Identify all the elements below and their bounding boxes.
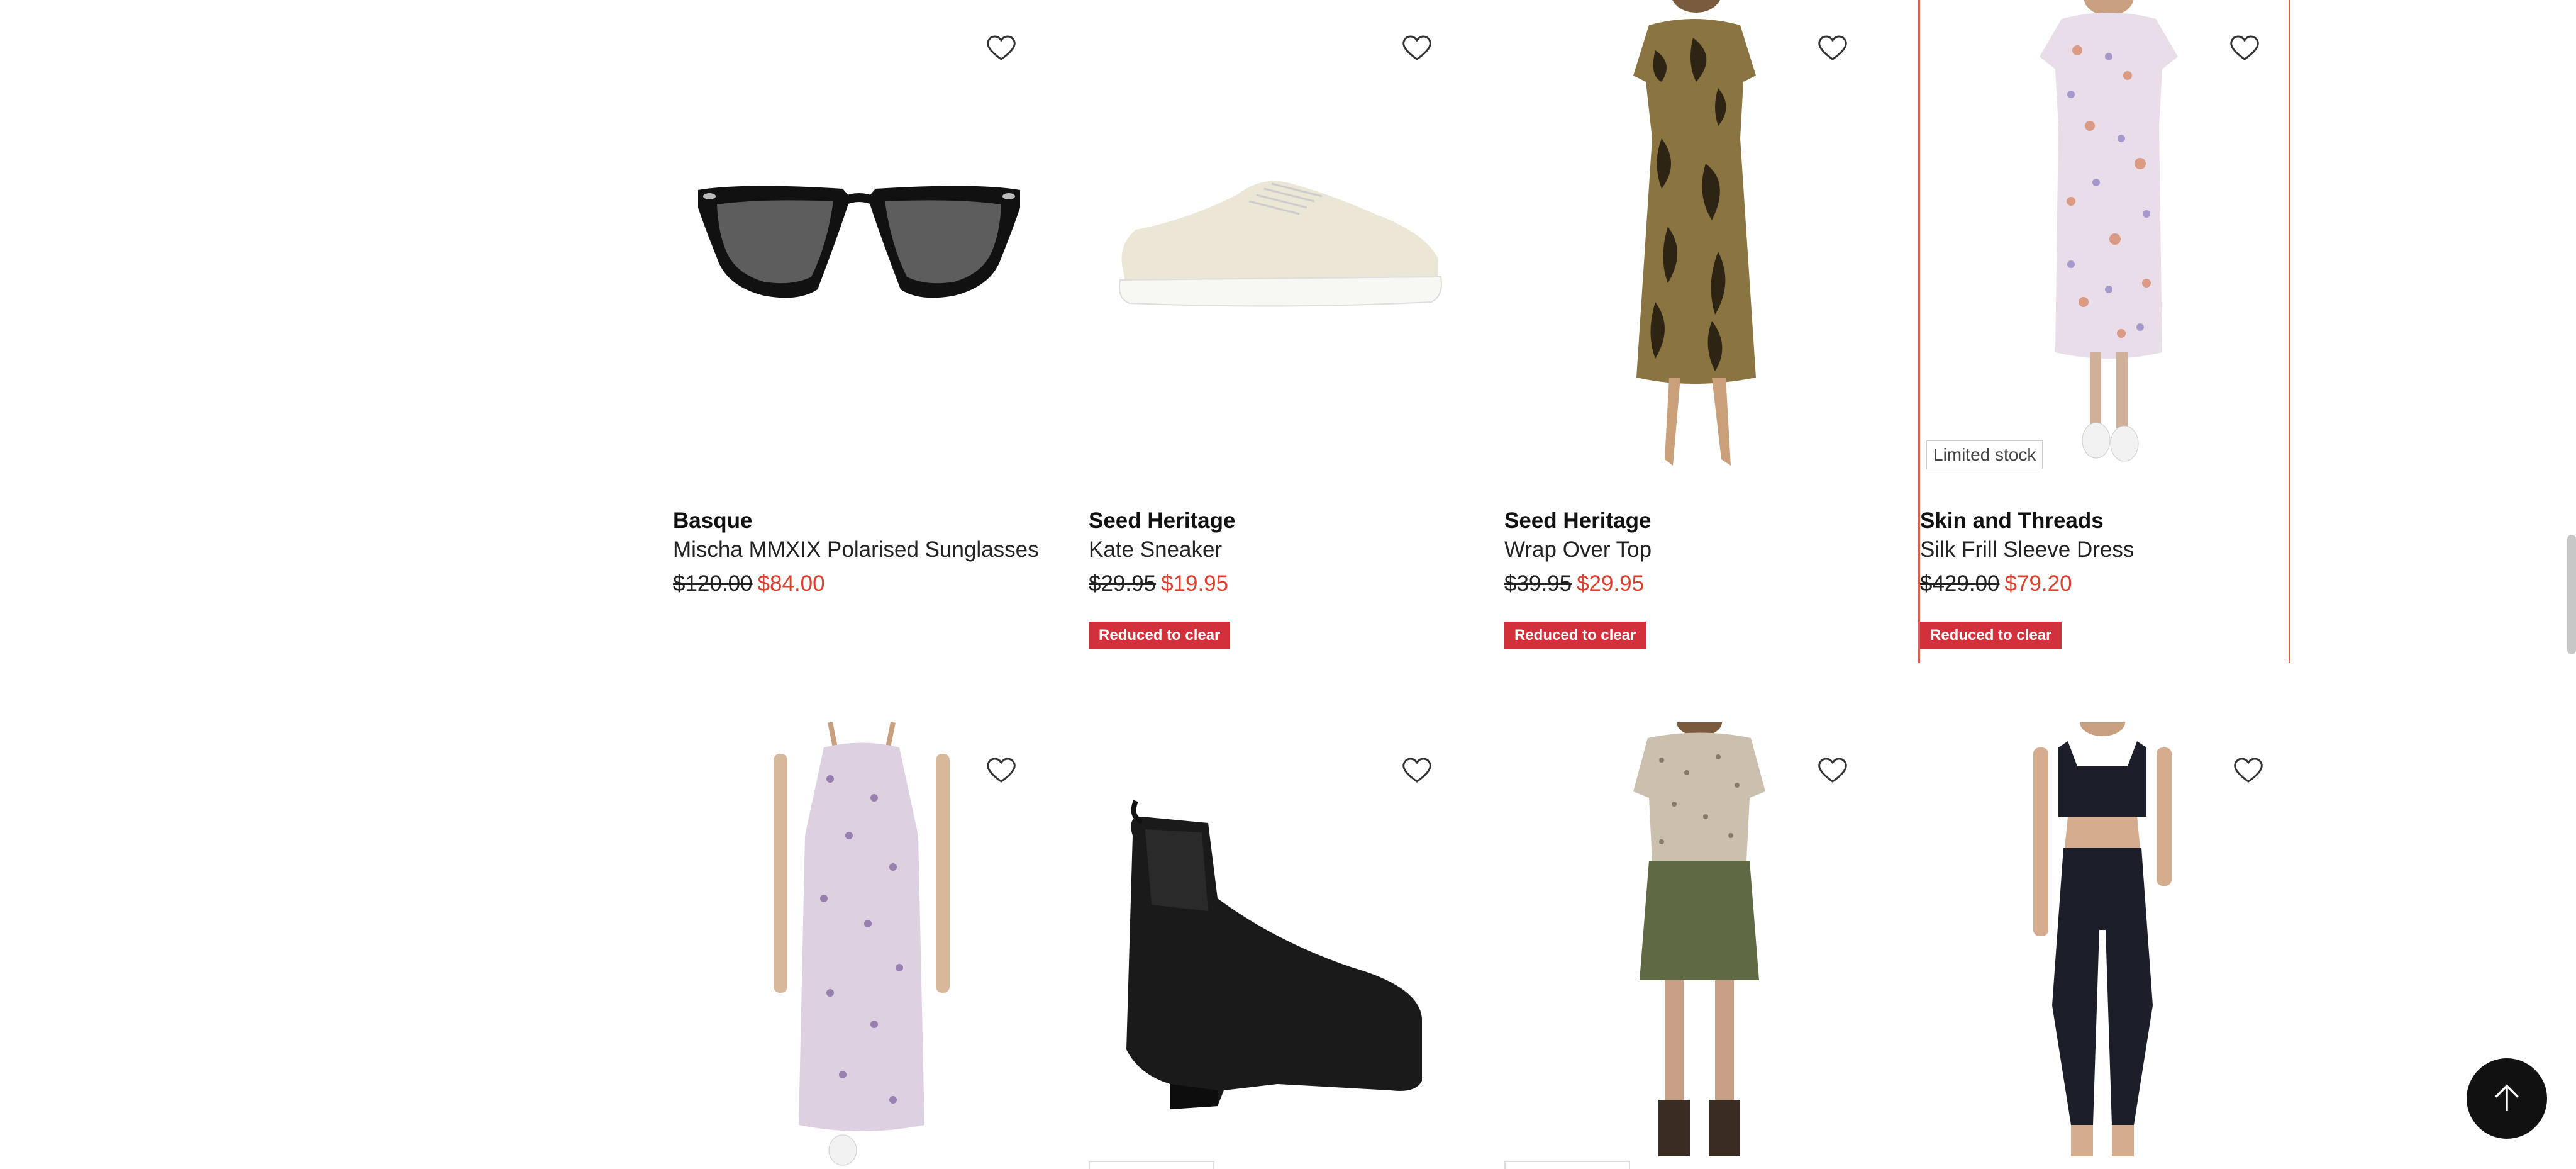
product-brand[interactable]: Seed Heritage (1089, 508, 1235, 534)
heart-outline-icon (2230, 35, 2259, 60)
back-to-top-button[interactable] (2467, 1058, 2547, 1139)
reduced-to-clear-tag: Reduced to clear (1504, 622, 1646, 649)
sale-price: $29.95 (1577, 571, 1645, 596)
wishlist-button[interactable] (1807, 23, 1858, 73)
original-price: $429.00 (1920, 571, 2000, 596)
sale-price: $79.20 (2004, 571, 2072, 596)
wishlist-button[interactable] (976, 23, 1026, 73)
product-image-wrap-dress[interactable] (1504, 0, 1877, 491)
wishlist-button[interactable] (2219, 23, 2270, 73)
product-image-sneaker[interactable] (1089, 0, 1461, 491)
limited-stock-badge: Limited stock (1926, 440, 2043, 469)
original-price: $39.95 (1504, 571, 1572, 596)
product-grid-page: Basque Mischa MMXIX Polarised Sunglasses… (0, 0, 2576, 1169)
product-price: $429.00 $79.20 (1920, 571, 2072, 596)
product-price: $29.95 $19.95 (1089, 571, 1228, 596)
product-name[interactable]: Wrap Over Top (1504, 537, 1652, 562)
product-image-floral-dress[interactable] (1920, 0, 2292, 491)
product-price: $39.95 $29.95 (1504, 571, 1644, 596)
product-price: $120.00 $84.00 (673, 571, 825, 596)
heart-outline-icon (1402, 35, 1431, 60)
reduced-to-clear-tag: Reduced to clear (1089, 622, 1231, 649)
heart-outline-icon (1818, 35, 1847, 60)
wishlist-button[interactable] (2223, 745, 2273, 795)
product-card-hovered[interactable]: Limited stock Skin and Threads Silk Fril… (1918, 0, 2290, 663)
product-brand[interactable]: Skin and Threads (1920, 508, 2104, 534)
sale-price: $84.00 (757, 571, 825, 596)
product-badge-placeholder (1504, 1161, 1630, 1169)
heart-outline-icon (2234, 758, 2263, 783)
heart-outline-icon (1818, 758, 1847, 783)
sale-price: $19.95 (1161, 571, 1229, 596)
heart-outline-icon (987, 758, 1016, 783)
product-name[interactable]: Mischa MMXIX Polarised Sunglasses (673, 537, 1039, 562)
product-name[interactable]: Silk Frill Sleeve Dress (1920, 537, 2134, 562)
wishlist-button[interactable] (976, 745, 1026, 795)
reduced-to-clear-tag: Reduced to clear (1920, 622, 2062, 649)
product-badge-placeholder (1089, 1161, 1214, 1169)
page-scrollbar[interactable] (2567, 535, 2576, 654)
product-image-sunglasses[interactable] (673, 0, 1045, 491)
heart-outline-icon (1402, 758, 1431, 783)
original-price: $29.95 (1089, 571, 1157, 596)
product-brand[interactable]: Seed Heritage (1504, 508, 1651, 534)
heart-outline-icon (987, 35, 1016, 60)
product-brand[interactable]: Basque (673, 508, 752, 534)
arrow-up-icon (2495, 1084, 2519, 1111)
wishlist-button[interactable] (1392, 745, 1442, 795)
wishlist-button[interactable] (1392, 23, 1442, 73)
wishlist-button[interactable] (1807, 745, 1858, 795)
product-name[interactable]: Kate Sneaker (1089, 537, 1222, 562)
original-price: $120.00 (673, 571, 753, 596)
